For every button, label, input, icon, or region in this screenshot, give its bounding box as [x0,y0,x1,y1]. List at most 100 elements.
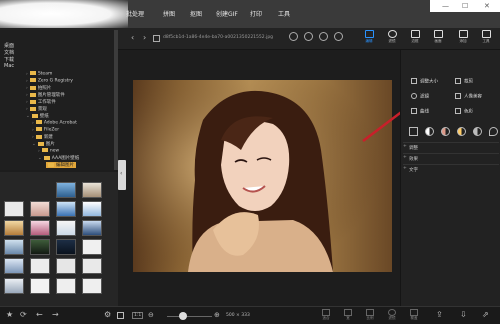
thumbnail[interactable] [82,182,102,198]
contrast-icon[interactable] [425,127,434,136]
main-photo[interactable] [133,80,392,272]
tree-folder[interactable]: › 图片管理软件 [26,92,65,98]
thumbnail[interactable] [82,220,102,236]
arrow-left-icon[interactable]: ← [36,310,43,319]
menu-item-collage[interactable]: 拼图 [163,9,175,18]
menu-item-create-gif[interactable]: 创建GIF [216,9,238,18]
tree-folder[interactable]: › 新建 [32,134,53,140]
curves-option[interactable]: 曲线 [411,108,429,115]
panel-collapse-handle[interactable]: ‹ [118,160,126,190]
arrow-right-icon[interactable]: → [52,310,59,319]
thumbnail[interactable] [56,258,76,274]
tree-folder[interactable]: › FileZer [32,127,59,133]
tool-tools[interactable]: 工具 [478,30,494,44]
thumbnail[interactable] [30,220,50,236]
thumbnail[interactable] [30,239,50,255]
menu-item-batch[interactable]: 批处理 [126,9,144,18]
bottom-tool-width[interactable]: 宽 [340,309,356,321]
forward-button[interactable]: › [143,33,146,42]
thumbnail[interactable] [82,258,102,274]
share-icon[interactable]: ⇗ [482,310,489,319]
settings-icon[interactable]: ⚙ [104,310,111,319]
minimize-button[interactable]: — [442,2,449,10]
thumbnail[interactable] [30,201,50,217]
close-button[interactable]: ✕ [484,2,490,10]
back-button[interactable]: ‹ [131,33,134,42]
bottom-tool-filter[interactable]: 滤镜 [384,309,400,321]
zoom-slider-handle[interactable] [179,312,187,320]
zoom-slider-track[interactable] [167,316,212,317]
thumbnail[interactable] [4,239,24,255]
zoom-mode[interactable]: 1:1 [132,312,144,319]
tree-item-documents[interactable]: 文档 [4,49,14,56]
tree-folder[interactable]: ⌄ 壁纸 [26,113,49,119]
bottom-tool-overlay[interactable]: 覆盖 [406,309,422,321]
crop-option[interactable]: 裁剪 [455,78,473,85]
thumbnail[interactable] [30,258,50,274]
tool-add[interactable]: 添加 [455,30,471,44]
thumbnail[interactable] [56,182,76,198]
thumbnail[interactable] [4,201,24,217]
color-option[interactable]: 色彩 [455,108,473,115]
exposure-icon[interactable] [473,127,482,136]
maximize-button[interactable]: ☐ [462,2,468,10]
tree-folder[interactable]: › Adobe Acrobat [32,120,77,126]
tree-folder[interactable]: › new [38,148,59,154]
levels-icon[interactable] [409,127,418,136]
tree-folder[interactable]: ⌄ 图片 [32,141,55,147]
download-icon[interactable]: ⇩ [460,310,467,319]
tree-item-mac[interactable]: Mac [4,63,14,69]
tree-folder[interactable]: › Zero G Registry [26,78,73,84]
thumbnail[interactable] [56,239,76,255]
bottom-tool-ratio[interactable]: 比例 [362,309,378,321]
redo-icon[interactable] [334,32,343,41]
warmth-icon[interactable] [441,127,450,136]
tool-canvas[interactable]: 画面 [430,30,446,44]
thumbnail[interactable] [30,278,50,294]
thumbnail[interactable] [4,278,24,294]
window-controls: — ☐ ✕ [430,0,500,12]
rotate-left-icon[interactable] [289,32,298,41]
upload-icon[interactable]: ⇪ [436,310,443,319]
tree-item-desktop[interactable]: 桌面 [4,42,14,49]
filter-option[interactable]: 滤镜 [411,93,429,100]
refresh-icon[interactable]: ⟳ [20,310,27,319]
thumbnail[interactable] [82,201,102,217]
flip-icon[interactable] [319,32,328,41]
tree-folder[interactable]: › 工作软件 [26,99,56,105]
menu-item-cutout[interactable]: 抠图 [190,9,202,18]
fit-icon[interactable] [117,312,124,319]
tree-item-downloads[interactable]: 下载 [4,56,14,63]
zoom-in-icon[interactable]: ⊕ [214,311,220,319]
tree-folder[interactable]: › 景观 [26,106,47,112]
tree-folder[interactable]: › Steam [26,71,52,77]
menu-item-print[interactable]: 打印 [250,9,262,18]
drop-icon[interactable] [489,127,498,136]
folder-scrollbar[interactable] [114,30,118,170]
section-effects[interactable]: 效果 [403,153,499,162]
thumbnail[interactable] [56,201,76,217]
thumbnail[interactable] [82,278,102,294]
menu-item-tools[interactable]: 工具 [278,9,290,18]
tool-frame[interactable]: 边框 [407,30,423,44]
star-icon[interactable]: ★ [6,310,13,319]
thumbnail[interactable] [56,220,76,236]
thumbnail[interactable] [4,258,24,274]
portrait-beauty-option[interactable]: 人像美容 [455,93,482,100]
tree-folder-selected[interactable]: 编辑图片 [46,162,76,168]
tree-folder[interactable]: ⌄ AAA图片壁纸 [38,155,79,161]
saturation-icon[interactable] [457,127,466,136]
rotate-right-icon[interactable] [304,32,313,41]
tool-filter-label: 滤镜 [388,39,396,43]
bottom-tool-fit[interactable]: 适合 [318,309,334,321]
thumbnail[interactable] [82,239,102,255]
thumbnail[interactable] [4,220,24,236]
section-adjust[interactable]: 调整 [403,142,499,151]
tool-edit[interactable]: 编辑 [361,30,377,44]
tree-folder[interactable]: › 拍照片 [26,85,51,91]
zoom-out-icon[interactable]: ⊖ [148,311,154,319]
tool-filter[interactable]: 滤镜 [384,30,400,44]
resize-option[interactable]: 调整大小 [411,78,438,85]
section-text[interactable]: 文字 [403,164,499,173]
thumbnail[interactable] [56,278,76,294]
